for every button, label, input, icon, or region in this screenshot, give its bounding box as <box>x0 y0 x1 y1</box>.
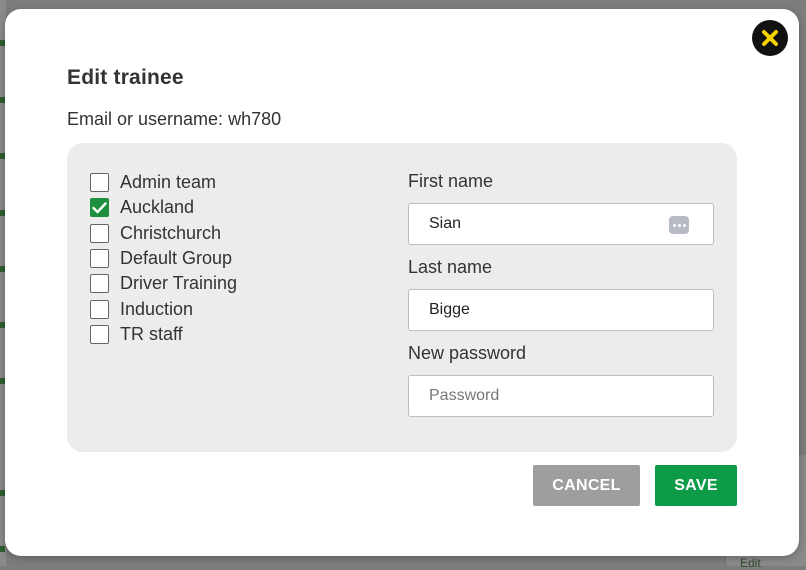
first-name-label: First name <box>408 171 494 191</box>
checkbox[interactable] <box>90 173 109 193</box>
checkbox[interactable] <box>90 299 109 319</box>
last-name-value: Bigge <box>429 301 470 318</box>
email-line: Email or username: wh780 <box>67 109 281 130</box>
checkmark-icon <box>92 202 107 214</box>
group-label: Driver Training <box>120 273 238 294</box>
checkbox[interactable] <box>90 223 109 243</box>
email-value: wh780 <box>228 109 282 129</box>
email-label: Email or username: <box>67 109 224 129</box>
group-option[interactable]: Admin team <box>90 170 237 195</box>
last-name-field[interactable]: Bigge <box>408 289 714 331</box>
group-label: Induction <box>120 298 194 319</box>
group-label: Christchurch <box>120 222 222 243</box>
group-label: Auckland <box>120 197 195 218</box>
checkbox[interactable] <box>90 249 109 269</box>
group-option[interactable]: Induction <box>90 296 237 321</box>
group-label: Admin team <box>120 172 217 193</box>
last-name-label: Last name <box>408 257 493 277</box>
checkbox-checked[interactable] <box>90 198 109 218</box>
group-label: TR staff <box>120 323 183 344</box>
group-label: Default Group <box>120 248 233 269</box>
group-option[interactable]: TR staff <box>90 322 237 347</box>
cancel-button[interactable]: CANCEL <box>533 465 640 506</box>
first-name-field[interactable]: Sian <box>408 203 714 245</box>
group-option[interactable]: Driver Training <box>90 271 237 296</box>
password-manager-icon[interactable] <box>669 216 689 234</box>
background-fragment <box>0 546 5 552</box>
group-option[interactable]: Default Group <box>90 246 237 271</box>
new-password-field[interactable]: Password <box>408 375 714 417</box>
group-option[interactable]: Auckland <box>90 195 237 220</box>
background-edit-link: Edit <box>740 556 761 570</box>
close-button[interactable] <box>752 20 788 56</box>
group-option[interactable]: Christchurch <box>90 221 237 246</box>
group-checkbox-list: Admin team Auckland Christchurch Default Gr… <box>90 170 237 347</box>
password-placeholder: Password <box>429 387 500 404</box>
close-icon <box>762 30 778 46</box>
dialog-title: Edit trainee <box>67 66 184 89</box>
checkbox[interactable] <box>90 324 109 344</box>
save-button[interactable]: SAVE <box>655 465 737 506</box>
trainee-form-panel: Admin team Auckland Christchurch Default Gr… <box>67 143 737 452</box>
first-name-value: Sian <box>429 215 462 232</box>
edit-trainee-dialog: Edit trainee Email or username: wh780 Ad… <box>5 9 799 556</box>
new-password-label: New password <box>408 343 527 363</box>
checkbox[interactable] <box>90 274 109 294</box>
